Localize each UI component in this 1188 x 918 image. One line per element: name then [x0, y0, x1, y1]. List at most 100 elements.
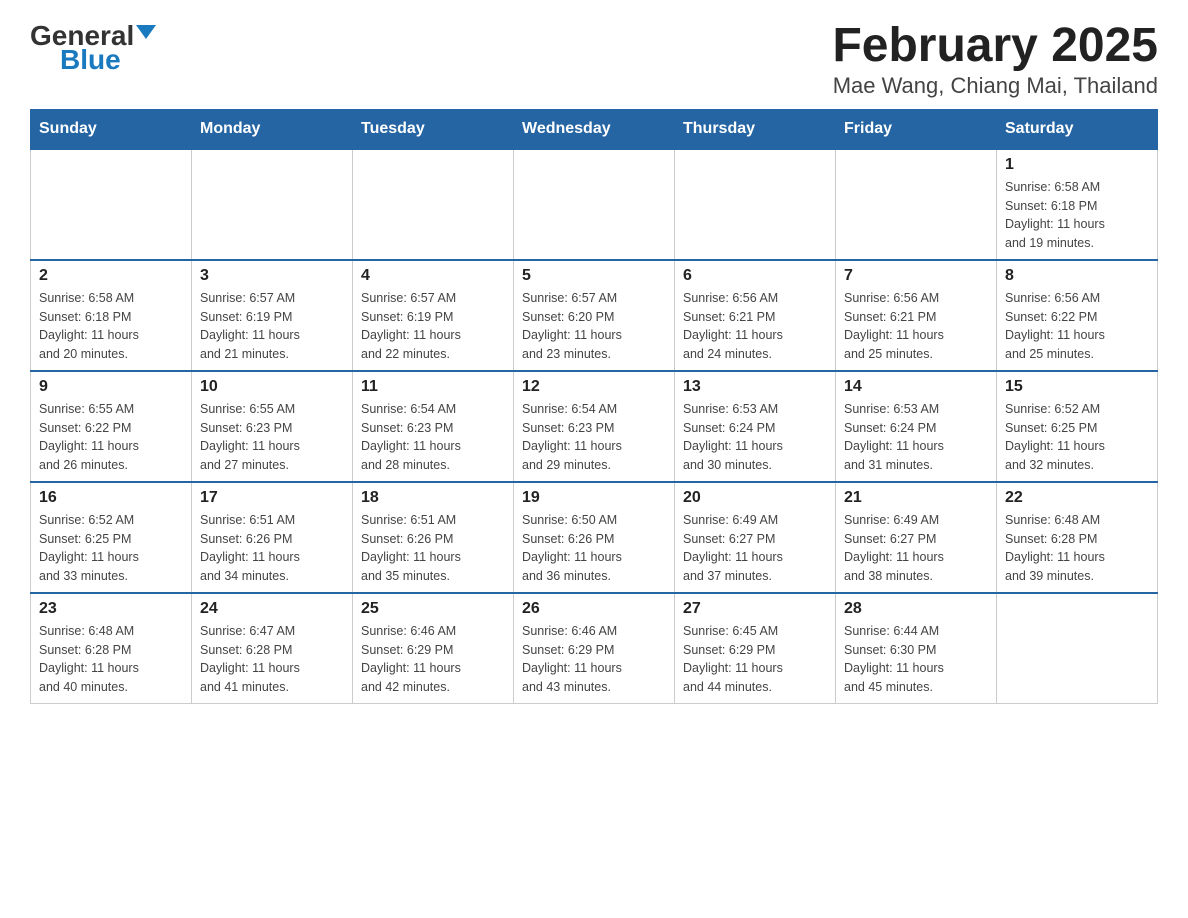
- day-number: 24: [200, 600, 344, 618]
- calendar-cell: 23Sunrise: 6:48 AM Sunset: 6:28 PM Dayli…: [31, 593, 192, 704]
- calendar-cell: [353, 149, 514, 260]
- day-info: Sunrise: 6:49 AM Sunset: 6:27 PM Dayligh…: [844, 511, 988, 586]
- calendar-header-friday: Friday: [836, 109, 997, 149]
- day-number: 8: [1005, 267, 1149, 285]
- day-info: Sunrise: 6:54 AM Sunset: 6:23 PM Dayligh…: [522, 400, 666, 475]
- calendar-cell: 4 Sunrise: 6:57 AM Sunset: 6:19 PM Daylig…: [353, 260, 514, 371]
- day-info: Sunrise: 6:48 AM Sunset: 6:28 PM Dayligh…: [1005, 511, 1149, 586]
- calendar-cell: 2 Sunrise: 6:58 AM Sunset: 6:18 PM Daylig…: [31, 260, 192, 371]
- calendar-cell: 9Sunrise: 6:55 AM Sunset: 6:22 PM Daylig…: [31, 371, 192, 482]
- day-number: 18: [361, 489, 505, 507]
- calendar-cell: 1 Sunrise: 6:58 AM Sunset: 6:18 PM Daylig…: [997, 149, 1158, 260]
- day-number: 22: [1005, 489, 1149, 507]
- day-info: Sunrise: 6:54 AM Sunset: 6:23 PM Dayligh…: [361, 400, 505, 475]
- calendar-cell: 18 Sunrise: 6:51 AM Sunset: 6:26 PM Dayli…: [353, 482, 514, 593]
- day-number: 15: [1005, 378, 1149, 396]
- calendar-cell: [836, 149, 997, 260]
- day-number: 17: [200, 489, 344, 507]
- day-info: Sunrise: 6:52 AM Sunset: 6:25 PM Dayligh…: [1005, 400, 1149, 475]
- calendar-cell: 12 Sunrise: 6:54 AM Sunset: 6:23 PM Dayli…: [514, 371, 675, 482]
- day-number: 1: [1005, 156, 1149, 174]
- calendar-cell: [514, 149, 675, 260]
- day-info: Sunrise: 6:51 AM Sunset: 6:26 PM Dayligh…: [200, 511, 344, 586]
- page-title: February 2025: [832, 20, 1158, 73]
- day-info: Sunrise: 6:44 AM Sunset: 6:30 PM Dayligh…: [844, 622, 988, 697]
- day-info: Sunrise: 6:56 AM Sunset: 6:22 PM Dayligh…: [1005, 289, 1149, 364]
- calendar-cell: 6 Sunrise: 6:56 AM Sunset: 6:21 PM Daylig…: [675, 260, 836, 371]
- day-number: 5: [522, 267, 666, 285]
- day-number: 6: [683, 267, 827, 285]
- page-subtitle: Mae Wang, Chiang Mai, Thailand: [832, 73, 1158, 99]
- calendar-cell: [192, 149, 353, 260]
- calendar-cell: [675, 149, 836, 260]
- calendar-header-wednesday: Wednesday: [514, 109, 675, 149]
- day-number: 21: [844, 489, 988, 507]
- day-info: Sunrise: 6:46 AM Sunset: 6:29 PM Dayligh…: [522, 622, 666, 697]
- calendar-cell: 16 Sunrise: 6:52 AM Sunset: 6:25 PM Dayli…: [31, 482, 192, 593]
- calendar-cell: 26 Sunrise: 6:46 AM Sunset: 6:29 PM Dayli…: [514, 593, 675, 704]
- calendar-cell: 25Sunrise: 6:46 AM Sunset: 6:29 PM Dayli…: [353, 593, 514, 704]
- day-info: Sunrise: 6:57 AM Sunset: 6:20 PM Dayligh…: [522, 289, 666, 364]
- day-info: Sunrise: 6:53 AM Sunset: 6:24 PM Dayligh…: [683, 400, 827, 475]
- calendar-cell: 27Sunrise: 6:45 AM Sunset: 6:29 PM Dayli…: [675, 593, 836, 704]
- calendar-cell: 19Sunrise: 6:50 AM Sunset: 6:26 PM Dayli…: [514, 482, 675, 593]
- calendar-cell: 13 Sunrise: 6:53 AM Sunset: 6:24 PM Dayli…: [675, 371, 836, 482]
- day-info: Sunrise: 6:58 AM Sunset: 6:18 PM Dayligh…: [39, 289, 183, 364]
- calendar-week-row: 1 Sunrise: 6:58 AM Sunset: 6:18 PM Daylig…: [31, 149, 1158, 260]
- day-number: 11: [361, 378, 505, 396]
- calendar-header-row: SundayMondayTuesdayWednesdayThursdayFrid…: [31, 109, 1158, 149]
- day-number: 20: [683, 489, 827, 507]
- calendar-week-row: 9Sunrise: 6:55 AM Sunset: 6:22 PM Daylig…: [31, 371, 1158, 482]
- day-number: 13: [683, 378, 827, 396]
- calendar-week-row: 23Sunrise: 6:48 AM Sunset: 6:28 PM Dayli…: [31, 593, 1158, 704]
- calendar-cell: 3Sunrise: 6:57 AM Sunset: 6:19 PM Daylig…: [192, 260, 353, 371]
- day-info: Sunrise: 6:48 AM Sunset: 6:28 PM Dayligh…: [39, 622, 183, 697]
- logo-blue-text: Blue: [60, 44, 121, 76]
- day-info: Sunrise: 6:55 AM Sunset: 6:23 PM Dayligh…: [200, 400, 344, 475]
- day-info: Sunrise: 6:56 AM Sunset: 6:21 PM Dayligh…: [683, 289, 827, 364]
- calendar-week-row: 2 Sunrise: 6:58 AM Sunset: 6:18 PM Daylig…: [31, 260, 1158, 371]
- calendar-header-thursday: Thursday: [675, 109, 836, 149]
- logo-triangle-icon: [136, 25, 156, 39]
- day-info: Sunrise: 6:45 AM Sunset: 6:29 PM Dayligh…: [683, 622, 827, 697]
- calendar-table: SundayMondayTuesdayWednesdayThursdayFrid…: [30, 109, 1158, 704]
- day-info: Sunrise: 6:47 AM Sunset: 6:28 PM Dayligh…: [200, 622, 344, 697]
- calendar-cell: 5 Sunrise: 6:57 AM Sunset: 6:20 PM Daylig…: [514, 260, 675, 371]
- day-number: 4: [361, 267, 505, 285]
- calendar-header-monday: Monday: [192, 109, 353, 149]
- day-info: Sunrise: 6:51 AM Sunset: 6:26 PM Dayligh…: [361, 511, 505, 586]
- calendar-header-saturday: Saturday: [997, 109, 1158, 149]
- day-number: 25: [361, 600, 505, 618]
- day-info: Sunrise: 6:53 AM Sunset: 6:24 PM Dayligh…: [844, 400, 988, 475]
- calendar-cell: 17 Sunrise: 6:51 AM Sunset: 6:26 PM Dayli…: [192, 482, 353, 593]
- calendar-cell: 20 Sunrise: 6:49 AM Sunset: 6:27 PM Dayli…: [675, 482, 836, 593]
- day-number: 2: [39, 267, 183, 285]
- day-info: Sunrise: 6:49 AM Sunset: 6:27 PM Dayligh…: [683, 511, 827, 586]
- page-header: General Blue February 2025 Mae Wang, Chi…: [30, 20, 1158, 99]
- calendar-cell: 24 Sunrise: 6:47 AM Sunset: 6:28 PM Dayli…: [192, 593, 353, 704]
- calendar-week-row: 16 Sunrise: 6:52 AM Sunset: 6:25 PM Dayli…: [31, 482, 1158, 593]
- calendar-cell: 11 Sunrise: 6:54 AM Sunset: 6:23 PM Dayli…: [353, 371, 514, 482]
- calendar-cell: 7Sunrise: 6:56 AM Sunset: 6:21 PM Daylig…: [836, 260, 997, 371]
- day-number: 12: [522, 378, 666, 396]
- calendar-cell: 10Sunrise: 6:55 AM Sunset: 6:23 PM Dayli…: [192, 371, 353, 482]
- calendar-header-sunday: Sunday: [31, 109, 192, 149]
- day-number: 26: [522, 600, 666, 618]
- calendar-cell: 8 Sunrise: 6:56 AM Sunset: 6:22 PM Daylig…: [997, 260, 1158, 371]
- calendar-header-tuesday: Tuesday: [353, 109, 514, 149]
- calendar-cell: [997, 593, 1158, 704]
- calendar-cell: [31, 149, 192, 260]
- title-block: February 2025 Mae Wang, Chiang Mai, Thai…: [832, 20, 1158, 99]
- day-info: Sunrise: 6:57 AM Sunset: 6:19 PM Dayligh…: [361, 289, 505, 364]
- logo: General Blue: [30, 20, 156, 76]
- day-info: Sunrise: 6:52 AM Sunset: 6:25 PM Dayligh…: [39, 511, 183, 586]
- calendar-cell: 21 Sunrise: 6:49 AM Sunset: 6:27 PM Dayli…: [836, 482, 997, 593]
- calendar-cell: 22 Sunrise: 6:48 AM Sunset: 6:28 PM Dayli…: [997, 482, 1158, 593]
- day-info: Sunrise: 6:58 AM Sunset: 6:18 PM Dayligh…: [1005, 178, 1149, 253]
- calendar-cell: 15 Sunrise: 6:52 AM Sunset: 6:25 PM Dayli…: [997, 371, 1158, 482]
- calendar-cell: 28Sunrise: 6:44 AM Sunset: 6:30 PM Dayli…: [836, 593, 997, 704]
- day-number: 3: [200, 267, 344, 285]
- day-info: Sunrise: 6:55 AM Sunset: 6:22 PM Dayligh…: [39, 400, 183, 475]
- day-info: Sunrise: 6:56 AM Sunset: 6:21 PM Dayligh…: [844, 289, 988, 364]
- day-number: 16: [39, 489, 183, 507]
